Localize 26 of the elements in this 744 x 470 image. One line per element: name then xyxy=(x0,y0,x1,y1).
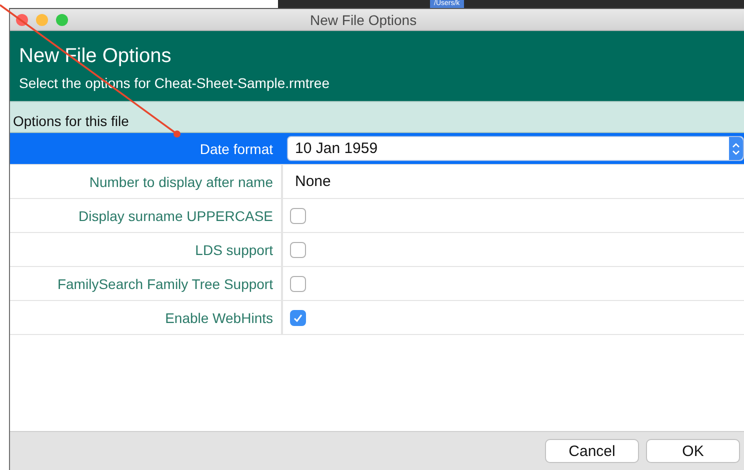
option-row[interactable]: Enable WebHints xyxy=(10,301,744,335)
option-label: Number to display after name xyxy=(89,174,273,190)
option-label: LDS support xyxy=(195,242,273,258)
option-label: Date format xyxy=(200,140,273,156)
option-row[interactable]: FamilySearch Family Tree Support xyxy=(10,267,744,301)
stepper-icon xyxy=(729,137,743,160)
dialog-button[interactable]: OK xyxy=(646,439,740,463)
checkbox[interactable] xyxy=(290,208,306,224)
checkbox[interactable] xyxy=(290,242,306,258)
option-label: Enable WebHints xyxy=(165,310,273,326)
checkbox[interactable] xyxy=(290,276,306,292)
checkbox[interactable] xyxy=(290,310,306,326)
checkmark-icon xyxy=(292,312,304,324)
minimize-button[interactable] xyxy=(36,14,48,26)
section-title: Options for this file xyxy=(13,113,129,129)
option-row[interactable]: Date format 10 Jan 1959 xyxy=(10,133,744,165)
option-label: FamilySearch Family Tree Support xyxy=(57,276,273,292)
window-title: New File Options xyxy=(310,12,417,28)
option-row[interactable]: Display surname UPPERCASE xyxy=(10,199,744,233)
zoom-button[interactable] xyxy=(56,14,68,26)
option-row[interactable]: Number to display after name None xyxy=(10,165,744,199)
dialog-button[interactable]: Cancel xyxy=(545,439,639,463)
option-label: Display surname UPPERCASE xyxy=(78,208,273,224)
option-value: None xyxy=(294,173,331,190)
date-format-dropdown[interactable]: 10 Jan 1959 xyxy=(287,136,744,161)
option-row[interactable]: LDS support xyxy=(10,233,744,267)
